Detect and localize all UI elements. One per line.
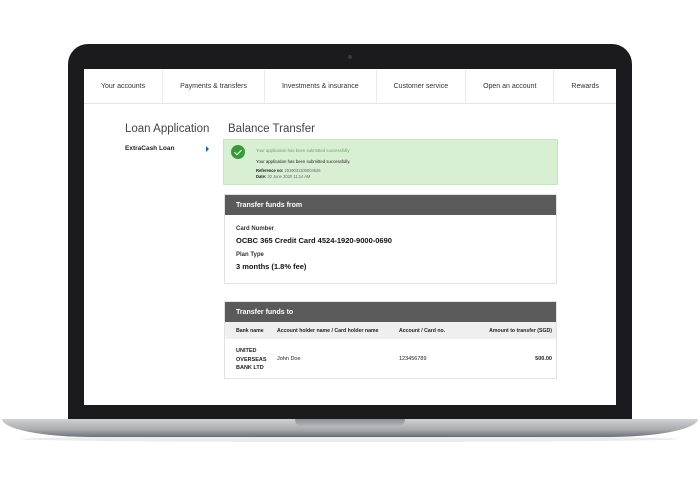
camera-icon [348,55,352,59]
submission-date: Date: 30 June 2020 11:14 AM [256,174,310,179]
column-bank-name: Bank name [236,328,264,334]
card-number-value: OCBC 365 Credit Card 4524-1920-9000-0690 [236,236,392,245]
transfer-from-header: Transfer funds from [225,195,556,215]
nav-rewards[interactable]: Rewards [553,69,616,103]
table-header: Bank name Account holder name / Card hol… [225,322,556,339]
success-message: Your application has been submitted succ… [256,159,351,164]
transfer-from-panel: Transfer funds from Card Number OCBC 365… [224,194,557,284]
nav-open-account[interactable]: Open an account [465,69,553,103]
reference-value: 2019031100004526 [284,168,321,173]
cell-holder-name: John Doe [277,356,301,362]
sidebar-item-extracash-loan[interactable]: ExtraCash Loan [125,145,209,157]
transfer-to-header: Transfer funds to [225,302,556,322]
column-account-no: Account / Card no. [399,328,446,334]
sidebar-item-label: ExtraCash Loan [125,145,175,152]
date-value: 30 June 2020 11:14 AM [267,174,311,179]
top-navigation: Your accounts Payments & transfers Inves… [84,69,616,104]
date-label: Date: [256,174,267,179]
laptop-notch [295,419,405,427]
nav-payments-transfers[interactable]: Payments & transfers [162,69,264,103]
card-number-label: Card Number [236,226,275,232]
column-holder-name: Account holder name / Card holder name [277,328,379,334]
nav-customer-service[interactable]: Customer service [375,69,465,103]
cell-account-no: 123456789 [399,356,427,362]
browser-screen: Your accounts Payments & transfers Inves… [84,69,616,405]
cell-bank-name: UNITED OVERSEAS BANK LTD [236,348,267,371]
sidebar-title: Loan Application [125,123,210,135]
nav-your-accounts[interactable]: Your accounts [84,69,162,103]
cell-amount: 500.00 [535,356,552,362]
chevron-right-icon [206,146,209,152]
reference-label: Reference no: [256,168,284,173]
table-row: UNITED OVERSEAS BANK LTD John Doe 123456… [225,339,556,379]
transfer-to-panel: Transfer funds to Bank name Account hold… [224,301,557,379]
laptop-shadow [20,436,680,442]
reference-number: Reference no: 2019031100004526 [256,168,321,173]
check-circle-icon [231,145,245,159]
success-banner: Your application has been submitted succ… [223,139,558,185]
column-amount: Amount to transfer (SGD) [489,328,552,334]
success-heading: Your application has been submitted succ… [256,148,350,153]
plan-type-value: 3 months (1.8% fee) [236,262,307,271]
nav-investments-insurance[interactable]: Investments & insurance [264,69,376,103]
page-title: Balance Transfer [228,123,315,135]
plan-type-label: Plan Type [236,252,264,258]
